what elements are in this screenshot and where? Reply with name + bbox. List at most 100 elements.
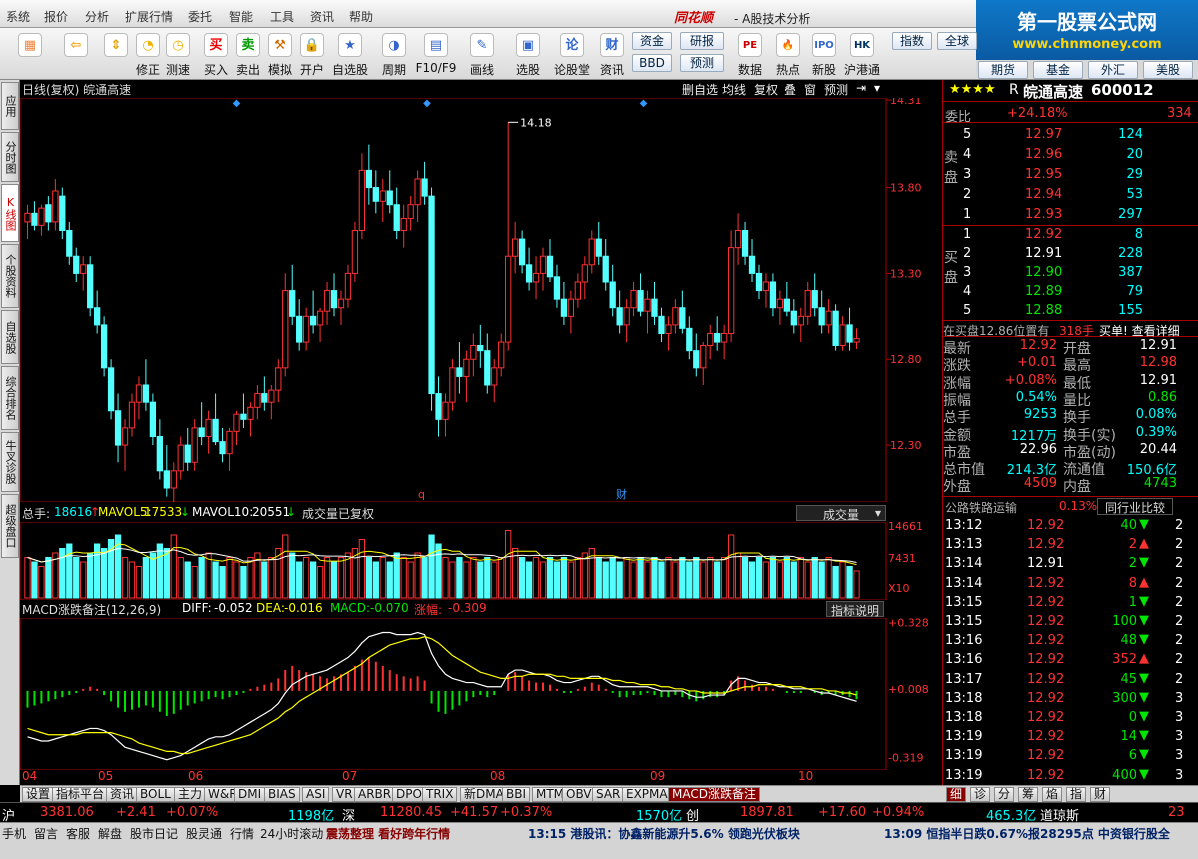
left-tab-5[interactable]: 综合排名	[1, 366, 19, 430]
menu-item-8[interactable]: 帮助	[349, 8, 373, 25]
right-tab-4[interactable]: 焰	[1042, 787, 1063, 802]
right-tab-1[interactable]: 诊	[970, 787, 991, 802]
left-tab-2[interactable]: K线图	[1, 184, 19, 242]
sector-compare-button[interactable]: 同行业比较	[1097, 498, 1173, 515]
chart-tab-5[interactable]: 预测	[824, 81, 848, 98]
nav-button-5[interactable]: 基金	[1033, 61, 1083, 79]
indicator-tab-4[interactable]: 主力	[174, 787, 207, 802]
ask-row[interactable]: 3 12.95 29	[943, 166, 1198, 185]
indicator-tab-1[interactable]: 指标平台	[52, 787, 109, 802]
indicator-tab-7[interactable]: BIAS	[264, 787, 300, 802]
menu-item-0[interactable]: 系统	[6, 8, 30, 25]
candlestick-chart[interactable]: 14.3113.8013.3012.8012.30◆◆◆14.1811.92q财	[20, 98, 942, 502]
toolbar-button-10[interactable]: ◑ 周期	[378, 30, 410, 78]
menu-item-3[interactable]: 扩展行情	[125, 8, 173, 25]
toolbar-button-13[interactable]: ▣ 选股	[512, 30, 544, 78]
menu-item-4[interactable]: 委托	[188, 8, 212, 25]
indicator-tab-12[interactable]: TRIX	[422, 787, 458, 802]
right-tab-2[interactable]: 分	[994, 787, 1015, 802]
nav-button-4[interactable]: 期货	[978, 61, 1028, 79]
right-tab-6[interactable]: 财	[1090, 787, 1111, 802]
left-tab-7[interactable]: 超级盘口	[1, 494, 19, 558]
chart-tab-2[interactable]: 复权	[754, 81, 778, 98]
toolbar-box-b2[interactable]: 研报	[680, 32, 724, 50]
nav-button-6[interactable]: 外汇	[1088, 61, 1138, 79]
toolbar-button-14[interactable]: 论论股堂	[554, 30, 590, 78]
menu-item-7[interactable]: 资讯	[310, 8, 334, 25]
indicator-tab-8[interactable]: ASI	[302, 787, 330, 802]
ask-row[interactable]: 5 12.97 124	[943, 126, 1198, 145]
footer-item-5[interactable]: 股灵通	[186, 825, 222, 842]
toolbar-button-8[interactable]: 🔒 开户	[296, 30, 328, 78]
menu-item-2[interactable]: 分析	[85, 8, 109, 25]
nav-button-0[interactable]: 指数	[892, 32, 932, 50]
chart-tab-1[interactable]: 均线	[722, 81, 746, 98]
indicator-tab-18[interactable]: EXPMA	[622, 787, 672, 802]
left-tab-0[interactable]: 应用	[1, 82, 19, 130]
ask-row[interactable]: 4 12.96 20	[943, 146, 1198, 165]
news-headline-3[interactable]: 13:09 恒指半日跌0.67%报28295点 中资银行股全	[884, 825, 1198, 842]
toolbar2-button-0[interactable]: PE 数据	[734, 30, 766, 78]
toolbar-box-b3[interactable]: BBD	[632, 54, 672, 72]
news-headline-1[interactable]: 震荡整理 看好跨年行情	[326, 825, 450, 842]
order-info-row[interactable]: 在买盘12.86位置有 318手 买单! 查看详细	[943, 320, 1198, 338]
chart-tab-0[interactable]: 删自选	[682, 81, 718, 98]
left-tab-6[interactable]: 牛叉诊股	[1, 432, 19, 492]
indicator-tab-2[interactable]: 资讯	[106, 787, 139, 802]
right-tab-3[interactable]: 筹	[1018, 787, 1039, 802]
left-tab-3[interactable]: 个股资料	[1, 244, 19, 308]
footer-item-4[interactable]: 股市日记	[130, 825, 178, 842]
toolbar-button-12[interactable]: ✎ 画线	[466, 30, 498, 78]
bid-row[interactable]: 1 12.92 8	[943, 226, 1198, 245]
bid-row[interactable]: 4 12.89 79	[943, 283, 1198, 302]
ask-row[interactable]: 1 12.93 297	[943, 206, 1198, 225]
toolbar2-button-3[interactable]: HK 沪港通	[844, 30, 880, 78]
event-marker-q[interactable]: q	[418, 488, 425, 501]
indicator-selector[interactable]: 成交量 ▾	[796, 505, 886, 522]
nav-button-1[interactable]: 全球	[937, 32, 977, 50]
menu-item-6[interactable]: 工具	[270, 8, 294, 25]
bid-row[interactable]: 2 12.91 228	[943, 245, 1198, 264]
toolbar-box-b4[interactable]: 预测	[680, 54, 724, 72]
menu-item-1[interactable]: 报价	[44, 8, 68, 25]
footer-item-3[interactable]: 解盘	[98, 825, 122, 842]
left-tab-1[interactable]: 分时图	[1, 132, 19, 182]
toolbar-button-9[interactable]: ★ 自选股	[332, 30, 368, 78]
indicator-tab-14[interactable]: BBI	[502, 787, 531, 802]
right-tab-0[interactable]: 细	[946, 787, 967, 802]
indicator-tab-16[interactable]: OBV	[562, 787, 596, 802]
toolbar-button-4[interactable]: ◷ 测速	[162, 30, 194, 78]
footer-item-7[interactable]: 24小时滚动	[260, 825, 323, 842]
event-marker-cai[interactable]: 财	[616, 487, 627, 501]
footer-item-1[interactable]: 留言	[34, 825, 58, 842]
chart-tab-3[interactable]: 叠	[784, 81, 796, 98]
nav-button-7[interactable]: 美股	[1143, 61, 1193, 79]
toolbar2-button-2[interactable]: IPO 新股	[808, 30, 840, 78]
toolbar-button-1[interactable]: ⇦	[60, 30, 92, 78]
bid-row[interactable]: 5 12.88 155	[943, 302, 1198, 321]
indicator-tab-17[interactable]: SAR	[592, 787, 625, 802]
indicator-help-button[interactable]: 指标说明	[826, 601, 885, 618]
left-tab-4[interactable]: 自选股	[1, 310, 19, 364]
toolbar-button-11[interactable]: ▤ F10/F9	[416, 30, 456, 78]
indicator-tab-10[interactable]: ARBR	[354, 787, 396, 802]
dropdown-arrow-icon[interactable]: ▾	[874, 81, 880, 95]
footer-item-6[interactable]: 行情	[230, 825, 254, 842]
indicator-tab-9[interactable]: VR	[332, 787, 357, 802]
toolbar-box-b1[interactable]: 资金	[632, 32, 672, 50]
right-tab-5[interactable]: 指	[1066, 787, 1087, 802]
footer-item-2[interactable]: 客服	[66, 825, 90, 842]
chart-tab-4[interactable]: 窗	[804, 81, 816, 98]
indicator-tab-0[interactable]: 设置	[22, 787, 55, 802]
indicator-tab-19[interactable]: MACD涨跌备注	[668, 787, 760, 802]
toolbar2-button-1[interactable]: 🔥 热点	[772, 30, 804, 78]
ask-row[interactable]: 2 12.94 53	[943, 186, 1198, 205]
indicator-tab-6[interactable]: DMI	[234, 787, 266, 802]
bid-row[interactable]: 3 12.90 387	[943, 264, 1198, 283]
indicator-tab-11[interactable]: DPO	[392, 787, 426, 802]
toolbar-button-0[interactable]: ▦	[14, 30, 46, 78]
pin-icon[interactable]: ⇥	[856, 81, 866, 95]
footer-item-0[interactable]: 手机	[2, 825, 26, 842]
toolbar-button-15[interactable]: 财资讯	[596, 30, 628, 78]
indicator-tab-13[interactable]: 新DMA	[460, 787, 508, 802]
